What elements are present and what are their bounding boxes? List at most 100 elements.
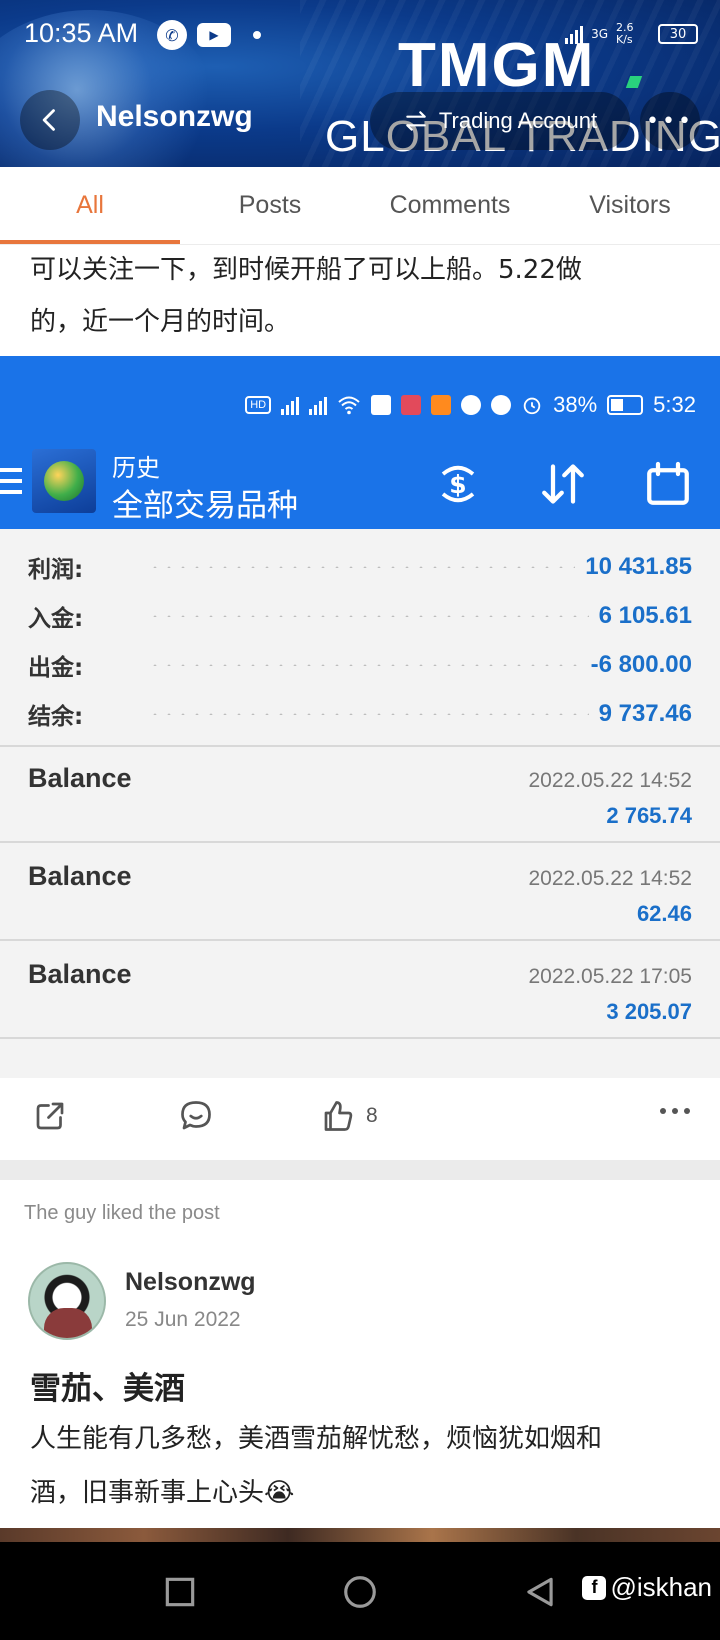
mt4-status-time: 5:32	[653, 392, 696, 417]
hamburger-menu-icon	[0, 468, 22, 494]
alarm-icon	[523, 397, 541, 415]
trading-account-label: Trading Account	[438, 108, 598, 133]
deal-amount: 3 205.07	[606, 999, 692, 1024]
like-count: 8	[366, 1104, 378, 1127]
system-back-button[interactable]	[520, 1572, 560, 1612]
deal-type: Balance	[28, 861, 132, 891]
trading-account-button[interactable]: Trading Account	[370, 92, 630, 150]
dotted-leader	[148, 615, 589, 617]
deal-amount: 2 765.74	[606, 803, 692, 828]
mt4-status-bar: HD 38% 5:32	[245, 392, 696, 418]
watermark: f @iskhan	[582, 1572, 712, 1603]
summary-row: 出金: -6 800.00	[28, 645, 692, 685]
watermark-handle: @iskhan	[610, 1572, 712, 1602]
whatsapp-icon: ✆	[157, 20, 187, 50]
summary-value: 10 431.85	[585, 553, 692, 580]
summary-label: 出金:	[28, 655, 84, 681]
home-button[interactable]	[340, 1572, 380, 1612]
brand-logo: TMGM	[398, 31, 596, 100]
more-dots-icon: •••	[646, 108, 694, 134]
status-time: 10:35 AM	[24, 18, 139, 48]
summary-label: 利润:	[28, 557, 84, 583]
deal-row: Balance 2022.05.22 17:05 3 205.07	[0, 943, 720, 1039]
dotted-leader	[148, 713, 589, 715]
avatar[interactable]	[28, 1262, 106, 1340]
network-speed: 2.6 K/s	[616, 21, 634, 46]
signal-icon	[309, 395, 328, 415]
share-icon	[36, 1102, 64, 1130]
notification-dot-icon	[253, 31, 261, 39]
battery-level: 30	[669, 26, 687, 42]
more-options-button[interactable]: •••	[640, 92, 700, 150]
summary-value: 9 737.46	[598, 700, 692, 727]
mt4-app-bar: HD 38% 5:32 历史 全部交易品种 $	[0, 356, 720, 529]
wifi-icon	[338, 396, 360, 415]
back-button[interactable]	[20, 90, 80, 150]
battery-icon	[607, 395, 644, 415]
deal-time: 2022.05.22 14:52	[528, 867, 693, 890]
summary-value: -6 800.00	[590, 651, 692, 678]
tab-all[interactable]: All	[0, 167, 180, 244]
deal-row: Balance 2022.05.22 14:52 2 765.74	[0, 747, 720, 843]
app-grid-icon	[371, 395, 392, 415]
section-divider	[0, 1160, 720, 1180]
post-body[interactable]: 人生能有几多愁，美酒雪茄解忧愁，烦恼犹如烟和 酒，旧事新事上心头😭	[30, 1412, 690, 1520]
deal-time: 2022.05.22 17:05	[528, 965, 693, 988]
profile-name: Nelsonzwg	[96, 100, 253, 133]
tab-comments[interactable]: Comments	[360, 167, 540, 244]
chevron-left-icon	[42, 109, 55, 131]
summary-row: 利润: 10 431.85	[28, 547, 692, 587]
deal-type: Balance	[28, 959, 132, 989]
triangle-back-icon	[527, 1577, 553, 1607]
app-notification-icon	[491, 395, 512, 415]
post-photo-preview[interactable]	[0, 1528, 720, 1542]
summary-label: 结余:	[28, 704, 84, 730]
hd-icon: HD	[245, 396, 272, 414]
post-body-line: 人生能有几多愁，美酒雪茄解忧愁，烦恼犹如烟和	[30, 1424, 603, 1454]
sort-icon	[535, 456, 591, 512]
currency-exchange-icon: $	[430, 456, 486, 512]
message-icon	[461, 395, 482, 415]
signal-icon	[281, 395, 300, 415]
summary-label: 入金:	[28, 606, 84, 632]
summary-row: 入金: 6 105.61	[28, 596, 692, 636]
post-more-button[interactable]	[660, 1108, 690, 1114]
post-body-line: 酒，旧事新事上心头😭	[30, 1478, 295, 1508]
history-summary: 利润: 10 431.85 入金: 6 105.61 出金: -6 800.00…	[0, 529, 720, 747]
recents-button[interactable]	[160, 1572, 200, 1612]
activity-label: The guy liked the post	[24, 1202, 220, 1224]
post-title[interactable]: 雪茄、美酒	[30, 1363, 185, 1408]
dotted-leader	[148, 664, 581, 666]
like-button[interactable]: 8	[320, 1098, 378, 1134]
svg-text:$: $	[449, 470, 466, 499]
post-text[interactable]: 可以关注一下，到时候开船了可以上船。5.22做 的，近一个月的时间。	[30, 244, 690, 348]
circle-icon	[344, 1576, 376, 1608]
deal-type: Balance	[28, 763, 132, 793]
post-date: 25 Jun 2022	[125, 1308, 241, 1331]
status-notification-icons: ✆ ▶	[157, 20, 261, 50]
post-action-bar: 8	[0, 1080, 720, 1160]
comment-button[interactable]	[178, 1098, 214, 1134]
square-icon	[165, 1577, 195, 1607]
post-image[interactable]: HD 38% 5:32 历史 全部交易品种 $ 利润: 10 431.85 入金…	[0, 356, 720, 1078]
post-text-line: 可以关注一下，到时候开船了可以上船。5.22做	[30, 255, 582, 285]
author-name[interactable]: Nelsonzwg	[125, 1268, 256, 1297]
deal-time: 2022.05.22 14:52	[528, 769, 693, 792]
profile-header: 10:35 AM ✆ ▶ 3G 2.6 K/s 30 TMGM GLOBAL T…	[0, 0, 720, 167]
system-navigation-bar: f @iskhan	[0, 1542, 720, 1640]
comment-icon	[181, 1101, 211, 1130]
profile-tabs: All Posts Comments Visitors	[0, 167, 720, 245]
swap-icon	[406, 111, 426, 131]
post-text-line: 的，近一个月的时间。	[30, 307, 291, 337]
facebook-icon: f	[582, 1575, 607, 1600]
summary-row: 结余: 9 737.46	[28, 694, 692, 734]
share-button[interactable]	[32, 1098, 68, 1134]
tab-visitors[interactable]: Visitors	[540, 167, 720, 244]
tab-posts[interactable]: Posts	[180, 167, 360, 244]
app-notification-icon	[431, 395, 452, 415]
summary-value: 6 105.61	[598, 602, 692, 629]
metatrader-logo-icon	[32, 449, 96, 513]
battery-icon: 30	[658, 24, 698, 44]
mt4-section-label: 历史	[112, 454, 160, 482]
calendar-icon	[640, 456, 696, 512]
